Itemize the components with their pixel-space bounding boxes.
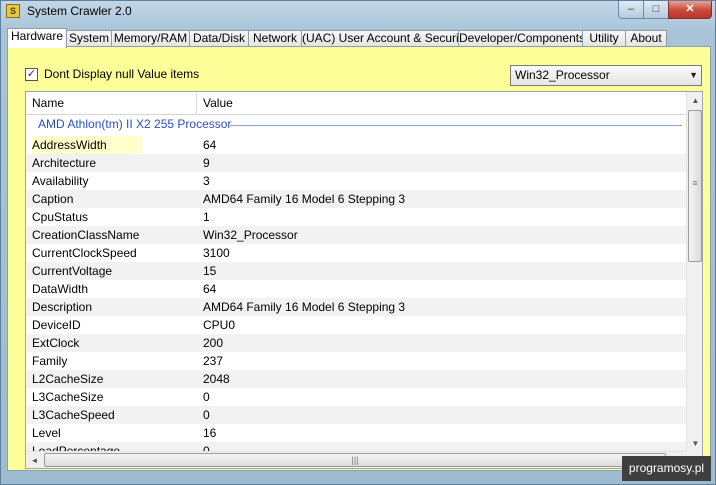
table-row[interactable]: ExtClock 200 (26, 334, 686, 352)
tab-system[interactable]: System (66, 30, 112, 47)
null-filter-checkbox[interactable]: ✓ (25, 68, 38, 81)
close-button[interactable]: ✕ (668, 1, 712, 19)
property-name: L2CacheSize (32, 372, 104, 386)
property-name: Description (32, 300, 93, 314)
property-value: 64 (203, 282, 217, 296)
property-value: 64 (203, 138, 217, 152)
title-bar[interactable]: S System Crawler 2.0 – □ ✕ (1, 1, 715, 23)
grid-header: Name Value (26, 92, 686, 115)
property-name: CpuStatus (32, 210, 89, 224)
property-name: CurrentVoltage (32, 264, 113, 278)
property-value: 200 (203, 336, 224, 350)
property-value: 3 (203, 174, 210, 188)
null-filter-label[interactable]: Dont Display null Value items (44, 67, 199, 81)
tab-memory-ram[interactable]: Memory/RAM (111, 30, 190, 47)
property-name: CreationClassName (32, 228, 140, 242)
tab-utility[interactable]: Utility (582, 30, 626, 47)
property-value: 3100 (203, 246, 230, 260)
table-row[interactable]: L3CacheSize 0 (26, 388, 686, 406)
watermark: programosy.pl (622, 456, 711, 481)
table-row[interactable]: DeviceID CPU0 (26, 316, 686, 334)
table-row[interactable]: DataWidth 64 (26, 280, 686, 298)
property-value: Win32_Processor (203, 228, 298, 242)
property-name: ExtClock (32, 336, 80, 350)
table-row[interactable]: AddressWidth 64 (26, 136, 686, 154)
table-row[interactable]: CreationClassName Win32_Processor (26, 226, 686, 244)
vertical-scroll-thumb[interactable]: ≡ (688, 110, 702, 262)
property-name: CurrentClockSpeed (32, 246, 137, 260)
property-name: DataWidth (32, 282, 89, 296)
vertical-scrollbar[interactable]: ▲ ≡ ▼ (686, 92, 702, 452)
property-value: 9 (203, 156, 210, 170)
table-row[interactable]: CpuStatus 1 (26, 208, 686, 226)
property-value: 0 (203, 390, 210, 404)
grip-icon: ≡ (692, 178, 698, 188)
property-name: Family (32, 354, 68, 368)
scroll-down-icon[interactable]: ▼ (687, 435, 702, 452)
tab-developer-components[interactable]: Developer/Components (458, 30, 585, 47)
property-value: 0 (203, 408, 210, 422)
group-header-title: AMD Athlon(tm) II X2 255 Processor (38, 117, 232, 131)
table-row[interactable]: Availability 3 (26, 172, 686, 190)
property-value: 15 (203, 264, 217, 278)
property-value: 2048 (203, 372, 230, 386)
column-header-value[interactable]: Value (197, 92, 686, 114)
window-title: System Crawler 2.0 (27, 4, 132, 18)
table-row[interactable]: Level 16 (26, 424, 686, 442)
group-divider (230, 125, 682, 126)
horizontal-scrollbar[interactable]: ◄ ||| ► (26, 451, 686, 468)
properties-grid: Name Value AMD Athlon(tm) II X2 255 Proc… (25, 91, 703, 469)
table-row[interactable]: L3CacheSpeed 0 (26, 406, 686, 424)
tab-hardware[interactable]: Hardware (7, 28, 67, 48)
tab-about[interactable]: About (625, 30, 667, 47)
property-name: DeviceID (32, 318, 81, 332)
tab-network[interactable]: Network (248, 30, 302, 47)
property-name: Level (32, 426, 61, 440)
table-row[interactable]: Description AMD64 Family 16 Model 6 Stepp… (26, 298, 686, 316)
group-header[interactable]: AMD Athlon(tm) II X2 255 Processor (26, 115, 686, 135)
property-name: Architecture (32, 156, 97, 170)
table-row[interactable]: CurrentClockSpeed 3100 (26, 244, 686, 262)
table-row[interactable]: Caption AMD64 Family 16 Model 6 Stepping … (26, 190, 686, 208)
wmi-class-select[interactable]: Win32_Processor ▼ (510, 65, 702, 86)
property-name: AddressWidth (32, 136, 142, 154)
app-icon: S (6, 4, 20, 18)
tab-strip: Hardware System Memory/RAM Data/Disk Net… (7, 28, 711, 48)
wmi-class-select-value: Win32_Processor (515, 68, 610, 82)
property-value: AMD64 Family 16 Model 6 Stepping 3 (203, 192, 406, 206)
minimize-button[interactable]: – (618, 1, 644, 19)
table-row[interactable]: Family 237 (26, 352, 686, 370)
tab-uac-user-account-security[interactable]: (UAC) User Account & Security (301, 30, 468, 47)
grid-rows: AddressWidth 64 Architecture 9 Availability 3… (26, 136, 686, 460)
property-value: 1 (203, 210, 210, 224)
property-value: 16 (203, 426, 217, 440)
chevron-down-icon[interactable]: ▼ (689, 66, 698, 85)
horizontal-scroll-thumb[interactable]: ||| (44, 453, 666, 467)
app-window: S System Crawler 2.0 – □ ✕ Hardware Syst… (0, 0, 716, 485)
property-name: Availability (32, 174, 89, 188)
table-row[interactable]: L2CacheSize 2048 (26, 370, 686, 388)
scroll-left-icon[interactable]: ◄ (26, 452, 43, 468)
tab-data-disk[interactable]: Data/Disk (189, 30, 249, 47)
scroll-up-icon[interactable]: ▲ (687, 92, 702, 109)
column-header-name[interactable]: Name (26, 92, 197, 114)
property-value: CPU0 (203, 318, 236, 332)
hardware-panel: ✓ Dont Display null Value items Win32_Pr… (7, 46, 711, 471)
property-name: Caption (32, 192, 74, 206)
maximize-button[interactable]: □ (643, 1, 669, 19)
table-row[interactable]: Architecture 9 (26, 154, 686, 172)
property-value: AMD64 Family 16 Model 6 Stepping 3 (203, 300, 406, 314)
property-value: 237 (203, 354, 224, 368)
table-row[interactable]: CurrentVoltage 15 (26, 262, 686, 280)
property-name: L3CacheSize (32, 390, 104, 404)
property-name: L3CacheSpeed (32, 408, 115, 422)
